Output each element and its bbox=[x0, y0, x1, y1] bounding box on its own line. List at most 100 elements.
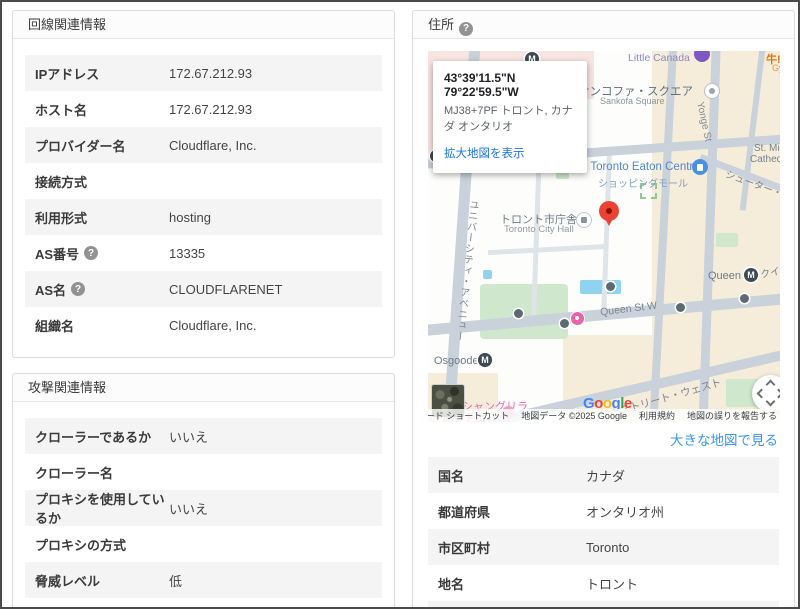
row-value: Cloudflare, Inc. bbox=[169, 137, 257, 153]
help-icon[interactable] bbox=[71, 282, 86, 296]
info-row: プロキシを使用しているか いいえ bbox=[25, 490, 382, 526]
map-data-attribution: 地図データ ©2025 Google bbox=[521, 411, 627, 421]
info-row: 国名 カナダ bbox=[428, 457, 779, 493]
open-larger-map-link[interactable]: 大きな地図で見る bbox=[428, 429, 778, 449]
row-value: いいえ bbox=[169, 429, 209, 445]
address-card: 住所? Little Canada 牛! G M サンコファ・スクエア Sank… bbox=[412, 10, 795, 607]
shopping-poi-icon bbox=[692, 159, 708, 175]
row-label: プロキシの方式 bbox=[35, 537, 127, 553]
pan-up-icon bbox=[765, 379, 776, 390]
info-row: 脅威レベル 低 bbox=[25, 562, 382, 598]
info-row bbox=[428, 601, 779, 607]
row-label: 国名 bbox=[438, 468, 465, 484]
row-label: 利用形式 bbox=[35, 210, 88, 226]
row-value: 172.67.212.93 bbox=[169, 65, 253, 81]
row-label: プロキシを使用しているか bbox=[35, 492, 165, 526]
map-park bbox=[716, 233, 738, 247]
row-label: クローラー名 bbox=[35, 465, 114, 481]
square-poi-icon bbox=[704, 83, 720, 99]
liquor-store-poi-icon bbox=[570, 311, 585, 326]
keyboard-shortcuts-link[interactable]: キーボード ショートカット bbox=[428, 409, 509, 422]
poi-label-city-hall-en: Toronto City Hall bbox=[504, 224, 574, 235]
info-row: 地名 トロント bbox=[428, 565, 779, 601]
info-row: クローラー名 bbox=[25, 454, 382, 490]
row-value: Cloudflare, Inc. bbox=[169, 317, 257, 333]
row-value: 172.67.212.93 bbox=[169, 101, 253, 117]
pan-down-icon bbox=[765, 396, 776, 407]
map-info-card: 43°39'11.5"N 79°22'59.5"W MJ38+7PF トロント,… bbox=[433, 61, 587, 173]
poi-label-little-canada: Little Canada bbox=[628, 52, 690, 64]
info-row: IPアドレス 172.67.212.93 bbox=[25, 55, 382, 91]
help-icon[interactable] bbox=[459, 21, 474, 36]
poi-label-eaton-sub: ショッピングモール bbox=[598, 179, 688, 190]
poi-label-gyu-sub: Gy bbox=[772, 63, 780, 73]
info-row: AS番号 13335 bbox=[25, 235, 382, 271]
info-row: 市区町村 Toronto bbox=[428, 529, 779, 565]
report-error-link[interactable]: 地図の誤りを報告する bbox=[687, 409, 777, 422]
row-value: 低 bbox=[169, 573, 183, 589]
row-value: hosting bbox=[169, 209, 211, 225]
address-title-bar: 住所 bbox=[413, 11, 794, 39]
row-value: CLOUDFLARENET bbox=[169, 281, 283, 297]
view-larger-map-link[interactable]: 拡大地図を表示 bbox=[444, 145, 525, 161]
info-row: 利用形式 hosting bbox=[25, 199, 382, 235]
transit-stop-icon bbox=[740, 294, 749, 303]
transit-stop-icon bbox=[606, 282, 615, 291]
address-body: Little Canada 牛! Gy M サンコファ・スクエア Sankofa… bbox=[413, 39, 794, 607]
row-label: プロバイダー名 bbox=[35, 138, 126, 154]
help-icon[interactable] bbox=[84, 246, 99, 260]
pan-left-icon bbox=[756, 388, 767, 399]
attack-info-body: クローラーであるか いいえ クローラー名 プロキシを使用しているか いいえ プロ… bbox=[13, 402, 394, 607]
road-minor bbox=[487, 243, 609, 256]
subway-station-icon: M bbox=[478, 353, 492, 367]
poi-label-st-michaels-2: Cathedral Basilica bbox=[750, 154, 780, 165]
address-table: 国名 カナダ 都道府県 オンタリオ州 市区町村 Toronto 地名 トロント bbox=[428, 457, 779, 607]
row-value: カナダ bbox=[586, 468, 626, 484]
plus-code-address: MJ38+7PF トロント, カナダ オンタリオ bbox=[444, 105, 573, 133]
row-label: 接続方式 bbox=[35, 174, 88, 190]
attack-info-card: 攻撃関連情報 クローラーであるか いいえ クローラー名 プロキシを使用しているか… bbox=[12, 373, 395, 607]
row-label: 地名 bbox=[438, 576, 465, 592]
map-attribution-bar: キーボード ショートカット 地図データ ©2025 Google 利用規約 地図… bbox=[428, 409, 780, 422]
transit-stop-icon bbox=[676, 303, 685, 312]
row-label: 都道府県 bbox=[438, 504, 491, 520]
row-label-text: AS名 bbox=[35, 282, 67, 298]
transit-stop-icon bbox=[514, 309, 523, 318]
poi-label-st-michaels-1: St. Michael's bbox=[754, 143, 780, 154]
address-title: 住所 bbox=[428, 17, 455, 32]
row-label: 脅威レベル bbox=[35, 573, 101, 589]
row-label: 市区町村 bbox=[438, 540, 491, 556]
row-label: IPアドレス bbox=[35, 66, 100, 82]
row-value: 13335 bbox=[169, 245, 206, 261]
line-info-card: 回線関連情報 IPアドレス 172.67.212.93 ホスト名 172.67.… bbox=[12, 10, 395, 358]
info-row: プロバイダー名 Cloudflare, Inc. bbox=[25, 127, 382, 163]
info-row: ホスト名 172.67.212.93 bbox=[25, 91, 382, 127]
pan-right-icon bbox=[773, 388, 780, 399]
info-row: AS名 CLOUDFLARENET bbox=[25, 271, 382, 307]
row-label: AS番号 bbox=[35, 244, 169, 263]
station-label-osgoode: Osgoode bbox=[434, 355, 479, 367]
coordinates-text: 43°39'11.5"N 79°22'59.5"W bbox=[444, 71, 519, 99]
city-hall-poi-icon bbox=[576, 212, 592, 228]
row-value: オンタリオ州 bbox=[586, 504, 665, 520]
line-info-body: IPアドレス 172.67.212.93 ホスト名 172.67.212.93 … bbox=[13, 39, 394, 357]
google-map-embed[interactable]: Little Canada 牛! Gy M サンコファ・スクエア Sankofa… bbox=[428, 51, 780, 422]
row-value: トロント bbox=[586, 576, 639, 592]
row-label: AS名 bbox=[35, 280, 169, 299]
row-value: いいえ bbox=[169, 501, 209, 517]
row-label: クローラーであるか bbox=[35, 429, 152, 445]
row-value: Toronto bbox=[586, 539, 630, 555]
page: 回線関連情報 IPアドレス 172.67.212.93 ホスト名 172.67.… bbox=[0, 0, 800, 609]
info-row: 接続方式 bbox=[25, 163, 382, 199]
map-pin[interactable] bbox=[599, 201, 619, 231]
station-label-queen: Queen bbox=[708, 270, 742, 282]
row-label-text: AS番号 bbox=[35, 246, 80, 262]
poi-label-sankofa-square-en: Sankofa Square bbox=[600, 96, 665, 106]
row-label: 組織名 bbox=[35, 318, 75, 334]
info-row: 都道府県 オンタリオ州 bbox=[428, 493, 779, 529]
poi-label-eaton-centre: CF Toronto Eaton Centre bbox=[572, 161, 700, 173]
map-park bbox=[480, 284, 568, 339]
line-info-title: 回線関連情報 bbox=[13, 11, 394, 39]
terms-link[interactable]: 利用規約 bbox=[639, 409, 675, 422]
info-row: 組織名 Cloudflare, Inc. bbox=[25, 307, 382, 343]
